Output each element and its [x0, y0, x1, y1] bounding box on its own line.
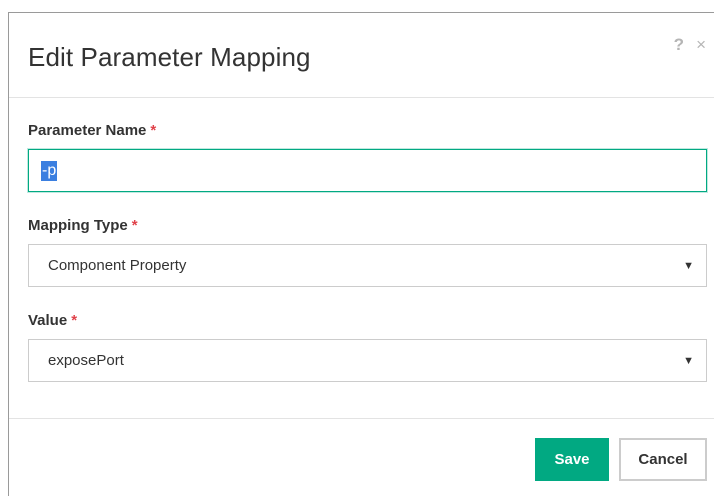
cancel-button[interactable]: Cancel — [619, 438, 707, 481]
parameter-name-value: -p — [41, 160, 58, 181]
edit-parameter-mapping-dialog: Edit Parameter Mapping ? × Parameter Nam… — [8, 12, 714, 496]
mapping-type-label-text: Mapping Type — [28, 217, 128, 234]
close-icon[interactable]: × — [696, 35, 706, 55]
dialog-header: Edit Parameter Mapping ? × — [9, 13, 714, 98]
value-label-text: Value — [28, 312, 68, 329]
chevron-down-icon: ▼ — [683, 259, 694, 272]
required-marker: * — [150, 122, 157, 139]
value-select[interactable]: exposePort ▼ — [28, 339, 707, 382]
chevron-down-icon: ▼ — [683, 354, 694, 367]
parameter-name-input[interactable]: -p — [28, 149, 707, 192]
parameter-name-label: Parameter Name * — [28, 122, 156, 139]
header-icons: ? × — [674, 35, 706, 55]
mapping-type-select[interactable]: Component Property ▼ — [28, 244, 707, 287]
help-icon[interactable]: ? — [674, 35, 684, 55]
mapping-type-value: Component Property — [48, 257, 187, 274]
dialog-footer: Save Cancel — [9, 418, 714, 497]
required-marker: * — [71, 312, 78, 329]
value-select-value: exposePort — [48, 352, 124, 369]
dialog-title: Edit Parameter Mapping — [28, 42, 311, 72]
required-marker: * — [131, 217, 138, 234]
parameter-name-label-text: Parameter Name — [28, 122, 147, 139]
mapping-type-label: Mapping Type * — [28, 217, 138, 234]
save-button[interactable]: Save — [535, 438, 609, 481]
value-label: Value * — [28, 312, 77, 329]
